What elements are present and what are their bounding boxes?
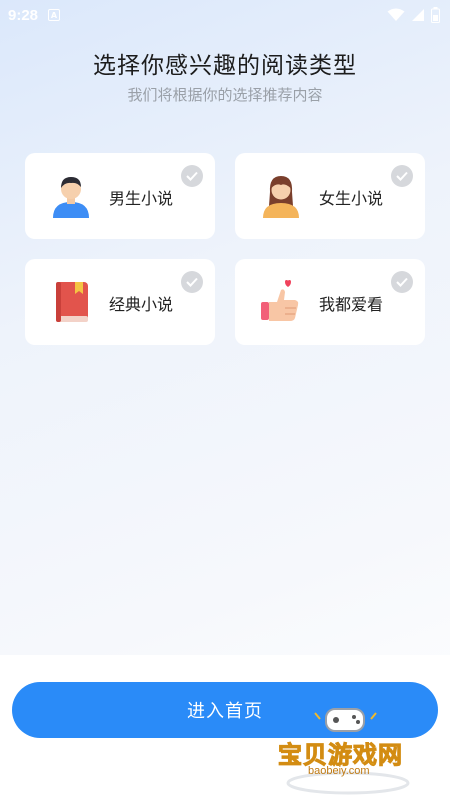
option-label: 经典小说 (109, 295, 174, 314)
checkmark-icon[interactable] (391, 271, 413, 293)
app-notification-icon: A (48, 9, 61, 21)
status-time: 9:28 (8, 6, 39, 24)
status-bar: 9:28 A (0, 0, 450, 30)
option-card-classic-novels[interactable]: 经典小说 (25, 259, 215, 345)
option-label: 女生小说 (319, 189, 384, 208)
option-card-female-novels[interactable]: 女生小说 (235, 153, 425, 239)
option-card-male-novels[interactable]: 男生小说 (25, 153, 215, 239)
page-subtitle: 我们将根据你的选择推荐内容 (127, 86, 323, 104)
male-avatar-icon (53, 177, 89, 218)
female-avatar-icon (263, 176, 299, 218)
battery-icon (431, 7, 440, 23)
watermark-logo: 宝贝游戏网 baobeiy.com (270, 705, 420, 795)
thumbs-up-heart-icon (261, 280, 299, 321)
watermark-url: baobeiy.com (308, 765, 370, 777)
book-icon (56, 282, 88, 322)
wifi-icon (387, 8, 405, 21)
page-title: 选择你感兴趣的阅读类型 (93, 53, 357, 79)
cellular-signal-icon (412, 9, 424, 21)
option-label: 我都爱看 (319, 295, 384, 314)
checkmark-icon[interactable] (181, 271, 203, 293)
checkmark-icon[interactable] (391, 165, 413, 187)
checkmark-icon[interactable] (181, 165, 203, 187)
option-card-love-all[interactable]: 我都爱看 (235, 259, 425, 345)
option-label: 男生小说 (109, 189, 174, 208)
